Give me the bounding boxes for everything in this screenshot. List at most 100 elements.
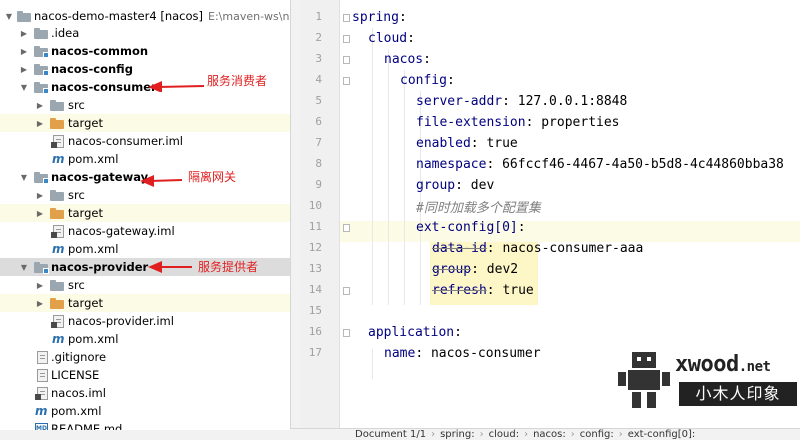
tree-item-src[interactable]: ▶ src (0, 186, 290, 204)
folder-icon (34, 27, 48, 39)
iml-file-icon (51, 314, 64, 328)
red-arrow-icon (148, 261, 192, 273)
code-line: config: (400, 73, 455, 88)
module-folder-icon (34, 45, 49, 58)
chevron-right-icon[interactable]: ▶ (35, 101, 45, 110)
fold-marker-icon[interactable] (343, 77, 350, 85)
code-line: group: dev (416, 178, 495, 193)
tree-horizontal-scrollbar[interactable] (0, 430, 290, 440)
tree-item-pom[interactable]: m pom.xml (0, 402, 290, 420)
tree-item-label: nacos-consumer.iml (68, 134, 183, 148)
line-number: 17 (308, 346, 322, 359)
tree-item-iml[interactable]: nacos-consumer.iml (0, 132, 290, 150)
tree-item-iml[interactable]: nacos-provider.iml (0, 312, 290, 330)
folder-icon (17, 10, 31, 22)
chevron-right-icon[interactable]: ▶ (35, 119, 45, 128)
code-line: namespace: 66fccf46-4467-4a50-b5d8-4c448… (416, 157, 784, 172)
fold-marker-icon[interactable] (343, 56, 350, 64)
chevron-right-icon[interactable]: ▶ (35, 209, 45, 218)
breadcrumb-item[interactable]: cloud: (489, 429, 519, 440)
chevron-right-icon[interactable]: ▶ (35, 281, 45, 290)
annotation-consumer: 服务消费者 (207, 74, 268, 88)
tree-item-label: src (68, 98, 85, 112)
tree-item-pom[interactable]: m pom.xml (0, 330, 290, 348)
tree-item-nacos-common[interactable]: ▶ nacos-common (0, 42, 290, 60)
fold-marker-icon[interactable] (343, 14, 350, 22)
code-line: application: (368, 325, 462, 340)
chevron-right-icon[interactable]: ▶ (35, 299, 45, 308)
red-arrow-icon (148, 81, 205, 92)
code-line-deprecated: data-id: nacos-consumer-aaa (432, 241, 644, 256)
line-number: 6 (315, 115, 322, 128)
watermark-brand: xwood.net (675, 352, 771, 377)
tree-root[interactable]: ▼ nacos-demo-master4 [nacos] E:\maven-ws\… (0, 7, 290, 25)
tree-item-label: nacos-provider (51, 260, 149, 274)
fold-marker-icon[interactable] (343, 329, 350, 337)
watermark-cn: 小木人印象 (679, 382, 797, 406)
folder-icon (50, 99, 64, 111)
fold-marker-icon[interactable] (343, 35, 350, 43)
tree-item-target[interactable]: ▶ target (0, 114, 290, 132)
tree-item-label: nacos-consumer (51, 80, 157, 94)
tree-item-pom[interactable]: m pom.xml (0, 150, 290, 168)
gitignore-file-icon (37, 350, 48, 364)
line-number: 12 (308, 241, 322, 254)
tree-item-label: nacos-provider.iml (68, 314, 174, 328)
tree-item-label: src (68, 278, 85, 292)
line-number: 2 (315, 31, 322, 44)
folder-icon (50, 279, 64, 291)
chevron-down-icon[interactable]: ▼ (19, 83, 29, 92)
iml-file-icon (51, 134, 64, 148)
fold-marker-icon[interactable] (343, 287, 350, 295)
tree-root-path: E:\maven-ws\naco (208, 10, 290, 23)
chevron-right-icon[interactable]: ▶ (19, 65, 29, 74)
tree-item-label: target (68, 206, 103, 220)
tree-item-src[interactable]: ▶ src (0, 96, 290, 114)
code-line: name: nacos-consumer (384, 346, 541, 361)
module-folder-icon (34, 63, 49, 76)
maven-icon: m (52, 152, 65, 166)
tree-item-iml[interactable]: nacos.iml (0, 384, 290, 402)
tree-item-gitignore[interactable]: .gitignore (0, 348, 290, 366)
iml-file-icon (35, 386, 48, 400)
chevron-right-icon[interactable]: ▶ (35, 191, 45, 200)
breadcrumb-doc: Document 1/1 (355, 429, 427, 440)
tree-item-label: nacos-config (51, 62, 133, 76)
line-number: 16 (308, 325, 322, 338)
tree-item-label: pom.xml (68, 242, 119, 256)
robot-logo-icon (618, 352, 670, 408)
code-line: enabled: true (416, 136, 518, 151)
red-arrow-icon (140, 175, 183, 187)
watermark: xwood.net 小木人印象 (615, 350, 800, 410)
tree-item-target[interactable]: ▶ target (0, 204, 290, 222)
tree-item-iml[interactable]: nacos-gateway.iml (0, 222, 290, 240)
breadcrumb-item[interactable]: spring: (440, 429, 475, 440)
breadcrumb-item[interactable]: ext-config[0]: (628, 429, 696, 440)
code-line-deprecated: refresh: true (432, 283, 534, 298)
iml-file-icon (51, 224, 64, 238)
chevron-right-icon[interactable]: ▶ (19, 29, 29, 38)
breadcrumb-item[interactable]: nacos: (533, 429, 566, 440)
tree-item-label: src (68, 188, 85, 202)
panel-splitter[interactable] (290, 0, 300, 440)
tree-item-license[interactable]: LICENSE (0, 366, 290, 384)
line-number: 4 (315, 73, 322, 86)
chevron-down-icon[interactable]: ▼ (4, 12, 14, 21)
tree-item-label: pom.xml (68, 332, 119, 346)
chevron-right-icon[interactable]: ▶ (19, 47, 29, 56)
tree-item-label: nacos-common (51, 44, 149, 58)
line-number: 3 (315, 52, 322, 65)
tree-item-pom[interactable]: m pom.xml (0, 240, 290, 258)
code-editor[interactable]: 1 2 3 4 5 6 7 8 9 10 11 12 13 14 15 16 1… (300, 0, 800, 428)
module-folder-icon (34, 171, 49, 184)
chevron-down-icon[interactable]: ▼ (19, 173, 29, 182)
tree-item-target[interactable]: ▶ target (0, 294, 290, 312)
excluded-folder-icon (50, 297, 64, 309)
chevron-down-icon[interactable]: ▼ (19, 263, 29, 272)
code-line: nacos: (384, 52, 431, 67)
text-file-icon (37, 368, 48, 382)
tree-item-idea[interactable]: ▶ .idea (0, 24, 290, 42)
breadcrumb-item[interactable]: config: (580, 429, 614, 440)
tree-item-src[interactable]: ▶ src (0, 276, 290, 294)
fold-marker-icon[interactable] (343, 224, 350, 232)
